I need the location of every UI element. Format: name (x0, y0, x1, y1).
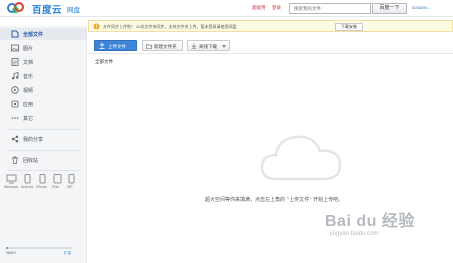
search-button[interactable]: 百度一下 (372, 3, 407, 14)
watermark-url: jingyan.baidu.com (330, 231, 379, 237)
watermark: Bai du 经验 jingyan.baidu.com (325, 207, 450, 257)
video-icon (11, 86, 19, 94)
iphone-icon[interactable] (39, 174, 46, 184)
sidebar-divider (8, 150, 80, 151)
image-icon (11, 44, 19, 52)
sidebar-divider (8, 129, 80, 130)
sidebar-divider (8, 170, 80, 171)
share-icon (11, 135, 19, 143)
brand-subtitle: 网盘 (67, 7, 80, 14)
sidebar-item-label: 我的分享 (23, 137, 44, 143)
device-labels: Windows Android iPhone iPad WP (4, 185, 84, 191)
breadcrumb[interactable]: 全部文件 (95, 59, 113, 65)
search-input[interactable] (289, 3, 371, 14)
sidebar-item-label: 文档 (23, 60, 34, 66)
wp-icon[interactable] (68, 174, 75, 184)
expand-storage-link[interactable]: 扩容 (64, 251, 71, 256)
sidebar-item-label: 图片 (23, 46, 34, 52)
login-link[interactable]: 登录 (272, 5, 281, 11)
upload-icon (99, 43, 105, 49)
device-label: Android (21, 185, 34, 189)
sidebar-item-other[interactable]: 其它 (0, 112, 86, 124)
notice-text: 文件同步上传啦！ 40次文件夹同步，支持文件夹上传，暂未登录请使用网盘 (103, 24, 237, 29)
chevron-down-icon (222, 45, 226, 48)
document-icon (11, 58, 19, 66)
ipad-icon[interactable] (53, 174, 62, 184)
baidu-cloud-logo-icon[interactable] (6, 2, 30, 14)
new-folder-label: 新建文件夹 (154, 43, 177, 49)
upload-file-label: 上传文件 (108, 43, 126, 49)
offline-download-label: 离线下载 (199, 43, 217, 49)
sidebar: 全部文件 图片 文档 音乐 视频 应用 其它 我的分享 回收站 Windows … (0, 26, 87, 263)
device-icons-row (6, 174, 75, 184)
sidebar-item-all-files[interactable]: 全部文件 (0, 28, 86, 40)
sidebar-item-label: 回收站 (23, 158, 39, 164)
sidebar-item-label: 应用 (23, 102, 34, 108)
vip-link[interactable]: 超级用 (252, 5, 266, 11)
storage-quota-text: 0B/5G (6, 251, 16, 255)
more-icon (11, 117, 19, 119)
user-account-link[interactable]: 6258290... (412, 5, 431, 10)
toolbar: 上传文件 新建文件夹 离线下载 (88, 36, 453, 54)
download-install-button[interactable]: 下载安装 (335, 22, 363, 31)
music-icon (12, 72, 19, 80)
sidebar-item-label: 视频 (23, 88, 34, 94)
app-icon (11, 100, 19, 108)
sidebar-item-my-share[interactable]: 我的分享 (0, 133, 86, 145)
watermark-main-text: Bai du 经验 (325, 213, 415, 230)
device-label: WP (67, 185, 73, 189)
new-folder-button[interactable]: 新建文件夹 (142, 40, 183, 51)
android-icon[interactable] (24, 174, 31, 184)
top-header: 百度云 网盘 超级用 登录 百度一下 6258290... (0, 0, 453, 17)
sidebar-item-recycle-bin[interactable]: 回收站 (0, 154, 86, 166)
windows-icon[interactable] (6, 174, 17, 184)
sidebar-item-images[interactable]: 图片 (0, 42, 86, 54)
empty-state-text: 超大空间等你来填满，点击左上角的 “上传文件” 开始上传吧。 (205, 197, 344, 203)
device-label: iPhone (36, 185, 47, 189)
device-label: iPad (52, 185, 60, 189)
new-folder-icon (146, 44, 152, 49)
empty-cloud-icon (260, 135, 342, 181)
offline-download-icon (191, 43, 197, 49)
sidebar-item-label: 全部文件 (23, 32, 44, 38)
device-label: Windows (4, 185, 19, 189)
upload-file-button[interactable]: 上传文件 (94, 40, 137, 51)
trash-icon (12, 156, 18, 164)
offline-download-button[interactable]: 离线下载 (187, 40, 230, 51)
files-icon (11, 30, 19, 38)
app-window: 百度云 网盘 超级用 登录 百度一下 6258290... 全部文件 图片 文档… (0, 0, 453, 263)
sidebar-item-apps[interactable]: 应用 (0, 98, 86, 110)
sidebar-item-documents[interactable]: 文档 (0, 56, 86, 68)
info-icon (93, 23, 100, 30)
sidebar-item-label: 其它 (23, 116, 34, 122)
sidebar-item-video[interactable]: 视频 (0, 84, 86, 96)
sidebar-item-label: 音乐 (23, 74, 34, 80)
notice-bar: 文件同步上传啦！ 40次文件夹同步，支持文件夹上传，暂未登录请使用网盘 下载安装 (88, 20, 453, 32)
brand-name: 百度云 (32, 5, 63, 16)
storage-quota-bar (6, 247, 72, 249)
storage-quota-fill (6, 247, 8, 249)
sidebar-item-music[interactable]: 音乐 (0, 70, 86, 82)
